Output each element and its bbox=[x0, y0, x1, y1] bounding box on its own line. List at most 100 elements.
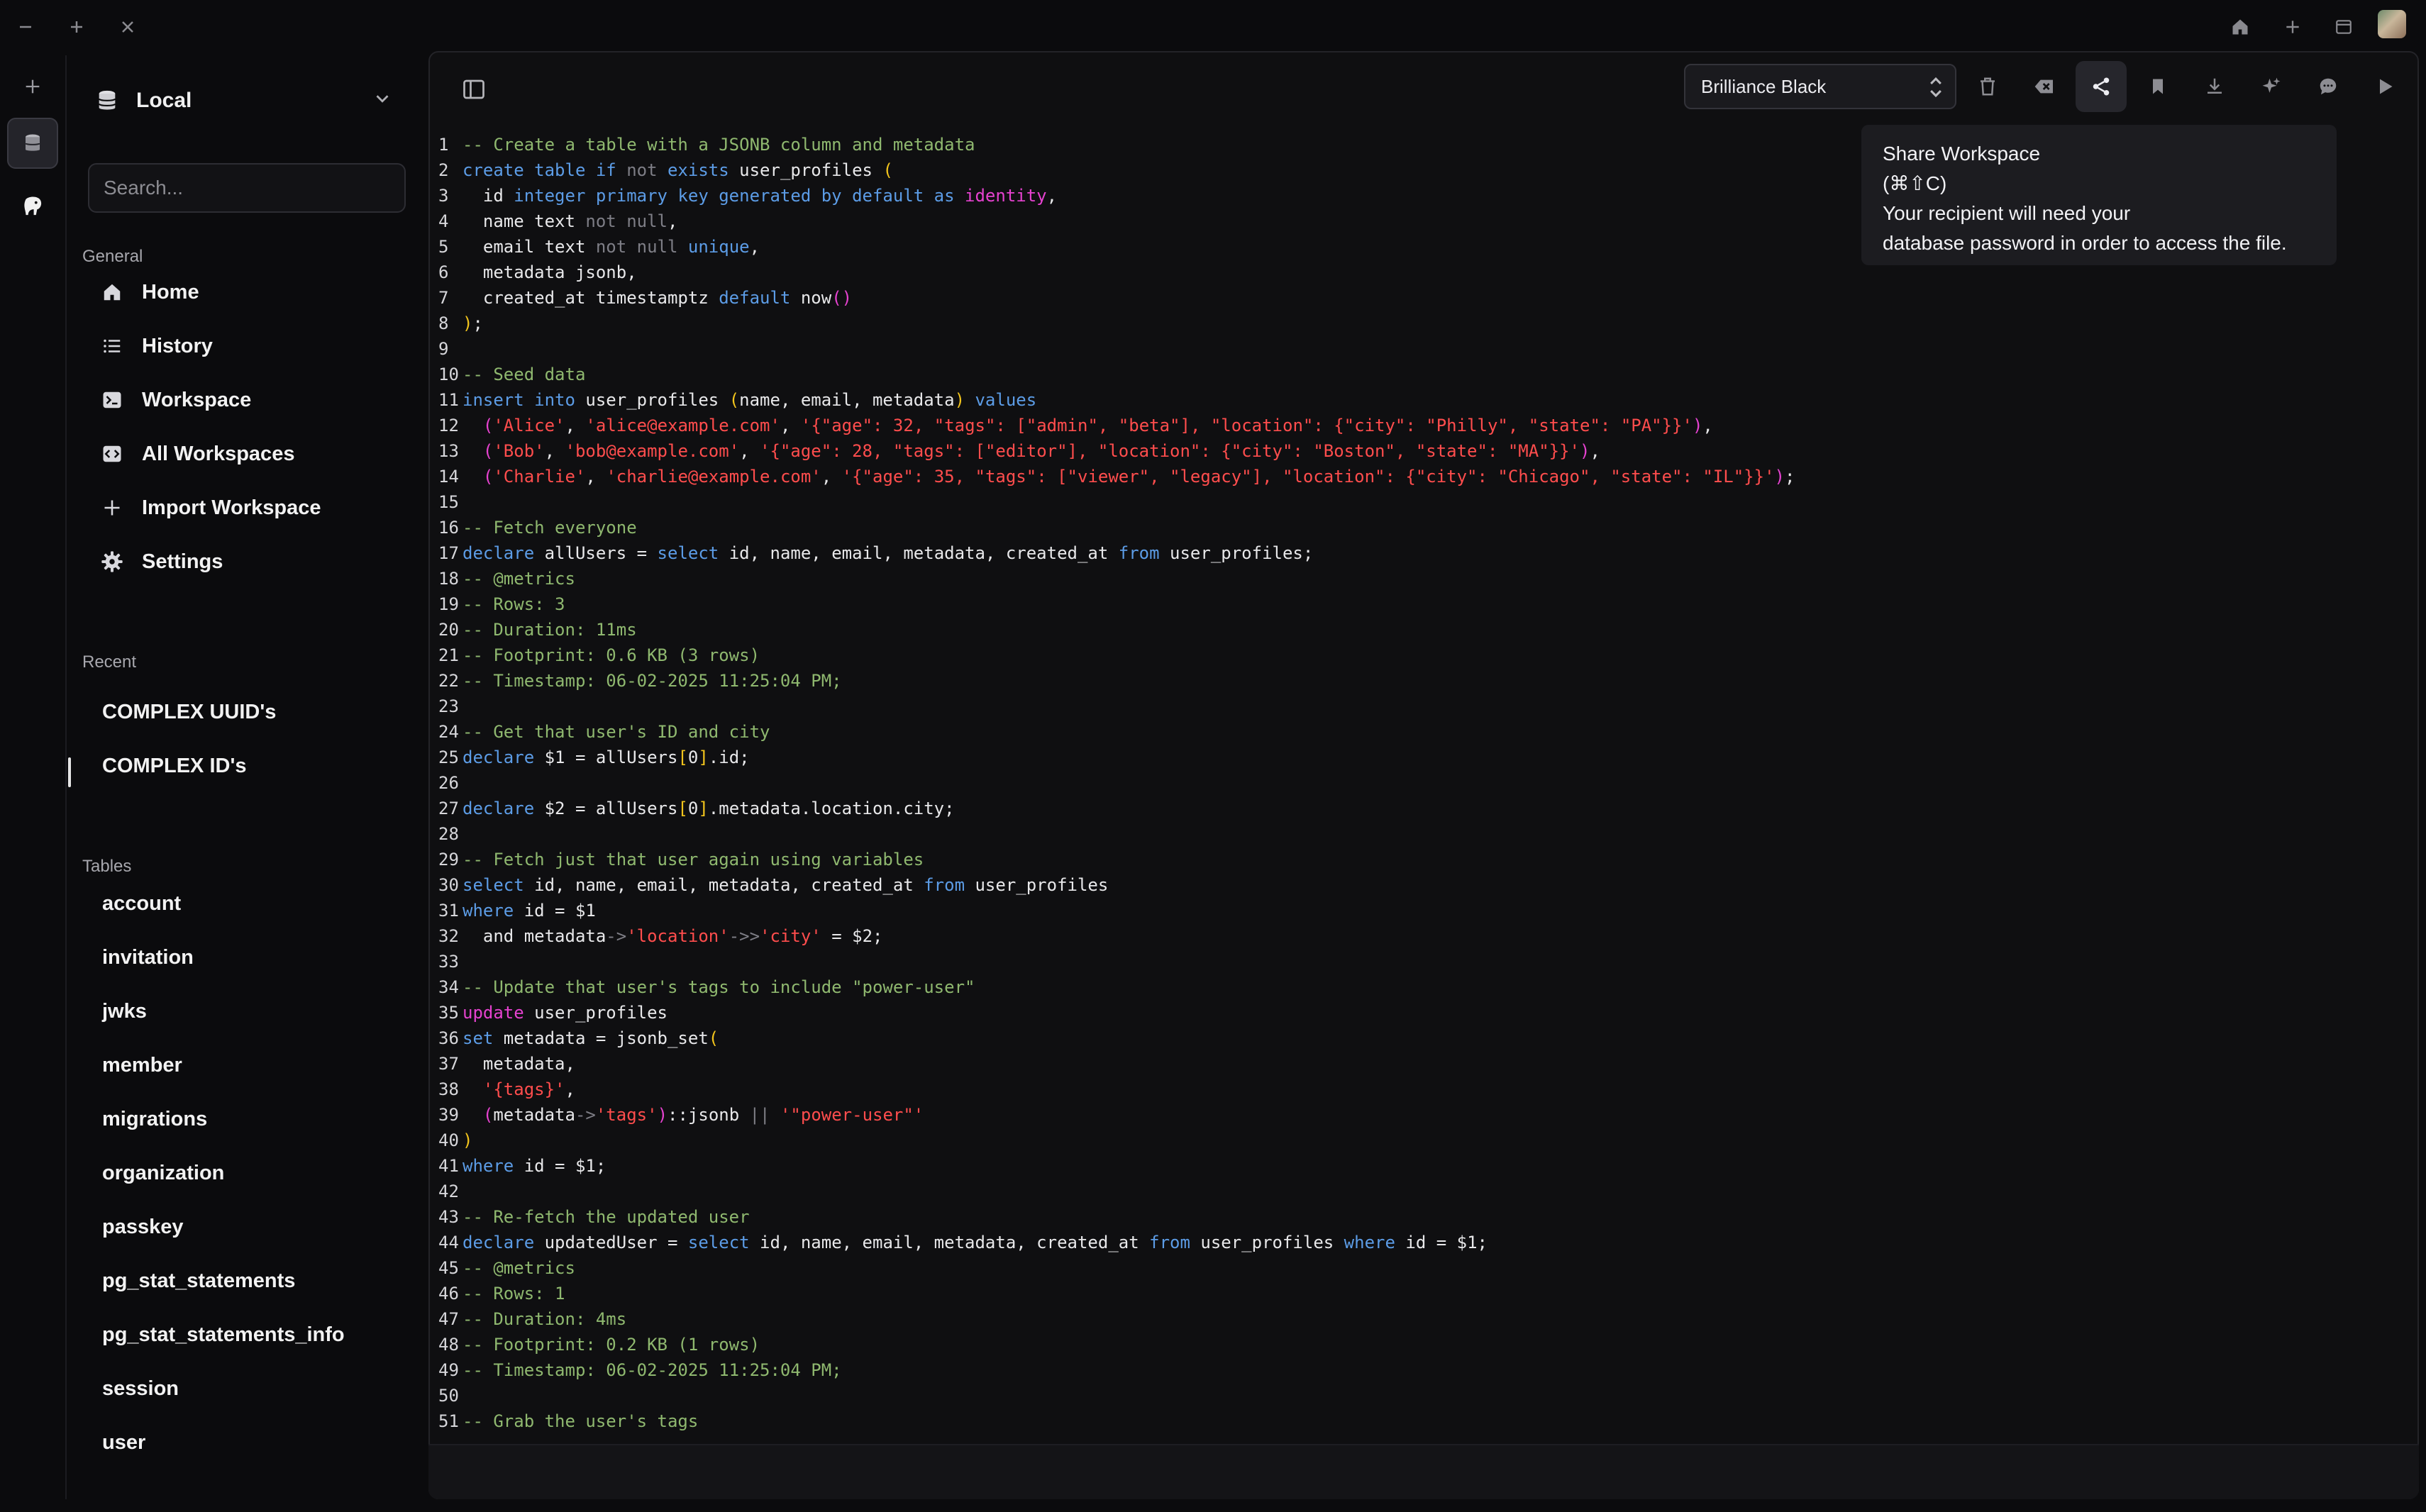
sidebar-item-home[interactable]: Home bbox=[98, 271, 410, 313]
code-token: user_profiles; bbox=[1170, 543, 1314, 563]
sidebar-item-history[interactable]: History bbox=[98, 325, 410, 367]
code-text: -- Timestamp: 06-02-2025 11:25:04 PM; bbox=[463, 1357, 842, 1383]
terminal-icon bbox=[98, 386, 126, 414]
code-token: -- Timestamp: 06-02-2025 11:25:04 PM; bbox=[463, 671, 842, 691]
clear-icon[interactable] bbox=[2019, 61, 2070, 112]
code-token: 'Alice' bbox=[493, 416, 565, 435]
code-token: [ bbox=[677, 747, 688, 767]
chat-icon[interactable] bbox=[2303, 61, 2354, 112]
code-token: $2 = allUsers bbox=[544, 799, 678, 818]
code-token: metadata bbox=[493, 1105, 575, 1125]
table-item-invitation[interactable]: invitation bbox=[102, 936, 194, 979]
sidebar-item-all-workspaces[interactable]: All Workspaces bbox=[98, 433, 410, 475]
code-token: = $2; bbox=[821, 926, 883, 946]
home-icon[interactable] bbox=[2223, 10, 2257, 44]
new-tab-icon[interactable] bbox=[60, 10, 94, 44]
code-token: updatedUser = bbox=[544, 1233, 688, 1252]
code-text: ); bbox=[463, 311, 483, 336]
postgres-elephant-icon[interactable] bbox=[7, 182, 58, 233]
code-token: email text bbox=[463, 237, 596, 257]
tooltip-shortcut: (⌘⇧C) bbox=[1883, 172, 1947, 194]
code-text: -- Duration: 4ms bbox=[463, 1306, 626, 1332]
database-icon[interactable] bbox=[7, 118, 58, 169]
code-token: 0 bbox=[687, 799, 699, 818]
code-token: 'alice@example.com' bbox=[585, 416, 780, 435]
table-item-jwks[interactable]: jwks bbox=[102, 990, 147, 1033]
code-token: ) bbox=[657, 1105, 668, 1125]
sidebar-toggle-icon[interactable] bbox=[454, 70, 494, 109]
code-token: '{"age": 28, "tags": ["editor"], "locati… bbox=[760, 441, 1580, 461]
sidebar-item-import-workspace[interactable]: Import Workspace bbox=[98, 487, 410, 529]
sparkles-icon[interactable] bbox=[2246, 61, 2297, 112]
code-token: -- Duration: 4ms bbox=[463, 1309, 627, 1329]
trash-icon[interactable] bbox=[1962, 61, 2013, 112]
code-token: -- Rows: 3 bbox=[463, 594, 565, 614]
close-icon[interactable] bbox=[111, 10, 145, 44]
code-token: , bbox=[739, 441, 760, 461]
table-item-passkey[interactable]: passkey bbox=[102, 1206, 184, 1248]
sidebar-item-workspace[interactable]: Workspace bbox=[98, 379, 410, 421]
code-token: id bbox=[463, 186, 514, 206]
sidebar-item-settings[interactable]: Settings bbox=[98, 540, 410, 583]
code-token: -- Create a table with a JSONB column an… bbox=[463, 135, 975, 155]
code-text: metadata, bbox=[463, 1051, 575, 1077]
code-token: '{"age": 32, "tags": ["admin", "beta"], … bbox=[800, 416, 1693, 435]
code-token: 'bob@example.com' bbox=[565, 441, 740, 461]
window-icon[interactable] bbox=[2327, 10, 2361, 44]
code-token: declare bbox=[463, 747, 545, 767]
table-item-member[interactable]: member bbox=[102, 1044, 182, 1086]
add-connection-icon[interactable] bbox=[7, 61, 58, 112]
avatar[interactable] bbox=[2378, 10, 2406, 38]
table-item-organization[interactable]: organization bbox=[102, 1152, 224, 1194]
line-number: 26 bbox=[438, 773, 459, 793]
code-token: ( bbox=[482, 441, 494, 461]
code-token: -> bbox=[606, 926, 627, 946]
code-token: 'city' bbox=[760, 926, 821, 946]
code-token: unique bbox=[687, 237, 750, 257]
table-item-pg-stat-statements-info[interactable]: pg_stat_statements_info bbox=[102, 1313, 345, 1356]
code-text: email text not null unique, bbox=[463, 234, 760, 260]
code-token: , bbox=[821, 467, 842, 487]
code-token: ) bbox=[1580, 441, 1590, 461]
recent-item[interactable]: COMPLEX ID's bbox=[102, 745, 246, 787]
table-item-account[interactable]: account bbox=[102, 882, 181, 925]
download-icon[interactable] bbox=[2189, 61, 2240, 112]
table-item-migrations[interactable]: migrations bbox=[102, 1098, 207, 1140]
code-token: ) bbox=[463, 1130, 473, 1150]
line-number: 33 bbox=[438, 952, 459, 972]
share-icon[interactable] bbox=[2076, 61, 2127, 112]
code-token: created_at timestamptz bbox=[463, 288, 719, 308]
code-token: '{"age": 35, "tags": ["viewer", "legacy"… bbox=[841, 467, 1775, 487]
minimize-icon[interactable] bbox=[9, 10, 43, 44]
code-token: -- Fetch just that user again using vari… bbox=[463, 850, 924, 869]
code-token: -- Update that user's tags to include "p… bbox=[463, 977, 975, 997]
line-number: 28 bbox=[438, 824, 459, 844]
table-item-session[interactable]: session bbox=[102, 1367, 179, 1410]
table-item-pg-stat-statements[interactable]: pg_stat_statements bbox=[102, 1260, 295, 1302]
code-token: 'Charlie' bbox=[493, 467, 586, 487]
code-editor[interactable]: 1 -- Create a table with a JSONB column a… bbox=[428, 132, 2415, 1440]
code-token: -- Rows: 1 bbox=[463, 1284, 565, 1303]
code-text: and metadata->'location'->>'city' = $2; bbox=[463, 923, 883, 949]
table-item-user[interactable]: user bbox=[102, 1421, 145, 1464]
run-icon[interactable] bbox=[2359, 61, 2410, 112]
active-indicator bbox=[68, 757, 71, 787]
code-token: 'location' bbox=[626, 926, 729, 946]
new-tab-icon[interactable] bbox=[2276, 10, 2310, 44]
database-name: Local bbox=[136, 89, 192, 112]
search-input[interactable] bbox=[88, 163, 406, 213]
code-token: 0 bbox=[687, 747, 699, 767]
code-token: -- @metrics bbox=[463, 569, 575, 589]
plus-icon bbox=[98, 494, 126, 522]
recent-item[interactable]: COMPLEX UUID's bbox=[102, 691, 276, 733]
code-text: metadata jsonb, bbox=[463, 260, 637, 285]
database-selector[interactable]: Local bbox=[95, 72, 393, 129]
bookmark-icon[interactable] bbox=[2132, 61, 2183, 112]
code-token: ) bbox=[1692, 416, 1703, 435]
tooltip-title: Share Workspace bbox=[1883, 143, 2041, 165]
code-token: allUsers = bbox=[544, 543, 658, 563]
theme-select[interactable]: Brilliance Black bbox=[1684, 64, 1956, 109]
code-token: , bbox=[667, 211, 678, 231]
